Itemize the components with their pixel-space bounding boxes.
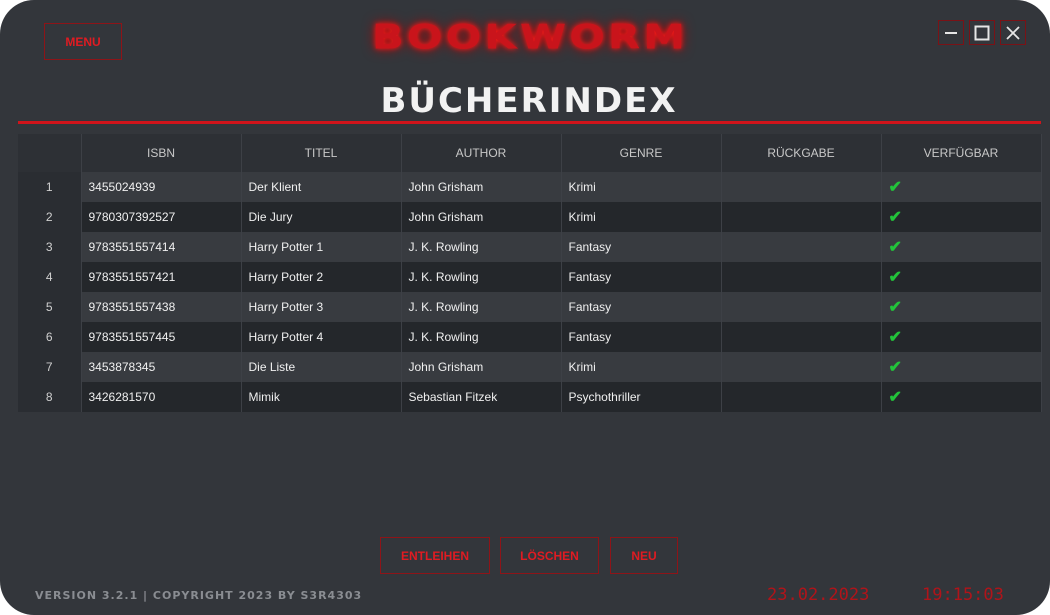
table-row[interactable]: 7 3453878345 Die Liste John Grisham Krim… [18, 352, 1042, 382]
column-header-genre[interactable]: GENRE [561, 134, 722, 172]
table-row[interactable]: 8 3426281570 Mimik Sebastian Fitzek Psyc… [18, 382, 1042, 412]
cell-available[interactable]: ✔ [881, 292, 1042, 322]
checkmark-icon: ✔ [888, 269, 902, 286]
cell-author[interactable]: J. K. Rowling [401, 292, 562, 322]
cell-return[interactable] [721, 172, 882, 202]
cell-available[interactable]: ✔ [881, 202, 1042, 232]
checkmark-icon: ✔ [888, 389, 902, 406]
cell-return[interactable] [721, 202, 882, 232]
close-button[interactable] [1000, 20, 1026, 45]
checkmark-icon: ✔ [888, 329, 902, 346]
row-number: 6 [18, 322, 82, 352]
cell-return[interactable] [721, 352, 882, 382]
cell-title[interactable]: Die Jury [241, 202, 402, 232]
table-row[interactable]: 2 9780307392527 Die Jury John Grisham Kr… [18, 202, 1042, 232]
cell-return[interactable] [721, 292, 882, 322]
cell-isbn[interactable]: 3453878345 [81, 352, 242, 382]
minimize-button[interactable] [938, 20, 964, 45]
row-number: 3 [18, 232, 82, 262]
row-number: 4 [18, 262, 82, 292]
row-number: 1 [18, 172, 82, 202]
cell-author[interactable]: J. K. Rowling [401, 232, 562, 262]
column-header-rownum [18, 134, 82, 172]
cell-isbn[interactable]: 9783551557414 [81, 232, 242, 262]
cell-isbn[interactable]: 9783551557438 [81, 292, 242, 322]
page-title: BÜCHERINDEX [380, 81, 678, 121]
brand-logo: BOOKWORM [371, 17, 689, 57]
title-divider [18, 121, 1041, 124]
checkmark-icon: ✔ [888, 179, 902, 196]
date-display: 23.02.2023 [767, 585, 870, 605]
table-row[interactable]: 4 9783551557421 Harry Potter 2 J. K. Row… [18, 262, 1042, 292]
cell-return[interactable] [721, 322, 882, 352]
cell-return[interactable] [721, 262, 882, 292]
version-label: VERSION 3.2.1 | COPYRIGHT 2023 BY S3R430… [35, 589, 363, 602]
table-header-row: ISBN TITEL AUTHOR GENRE RÜCKGABE VERFÜGB… [18, 134, 1042, 172]
cell-available[interactable]: ✔ [881, 322, 1042, 352]
cell-available[interactable]: ✔ [881, 172, 1042, 202]
cell-isbn[interactable]: 3455024939 [81, 172, 242, 202]
lend-button[interactable]: ENTLEIHEN [380, 537, 490, 574]
cell-title[interactable]: Harry Potter 4 [241, 322, 402, 352]
new-button[interactable]: NEU [610, 537, 678, 574]
cell-available[interactable]: ✔ [881, 262, 1042, 292]
cell-author[interactable]: John Grisham [401, 202, 562, 232]
column-header-available[interactable]: VERFÜGBAR [881, 134, 1042, 172]
cell-genre[interactable]: Fantasy [561, 292, 722, 322]
cell-available[interactable]: ✔ [881, 232, 1042, 262]
cell-isbn[interactable]: 9780307392527 [81, 202, 242, 232]
checkmark-icon: ✔ [888, 239, 902, 256]
app-window: MENU BOOKWORM BÜCHERINDEX ISBN TITEL AUT… [0, 0, 1050, 615]
table-row[interactable]: 1 3455024939 Der Klient John Grisham Kri… [18, 172, 1042, 202]
cell-author[interactable]: John Grisham [401, 352, 562, 382]
minimize-icon [945, 31, 957, 34]
cell-genre[interactable]: Krimi [561, 202, 722, 232]
cell-genre[interactable]: Psychothriller [561, 382, 722, 412]
cell-title[interactable]: Harry Potter 2 [241, 262, 402, 292]
column-header-author[interactable]: AUTHOR [401, 134, 562, 172]
table-row[interactable]: 6 9783551557445 Harry Potter 4 J. K. Row… [18, 322, 1042, 352]
cell-author[interactable]: John Grisham [401, 172, 562, 202]
books-table: ISBN TITEL AUTHOR GENRE RÜCKGABE VERFÜGB… [18, 134, 1042, 412]
cell-author[interactable]: J. K. Rowling [401, 262, 562, 292]
table-row[interactable]: 5 9783551557438 Harry Potter 3 J. K. Row… [18, 292, 1042, 322]
maximize-button[interactable] [969, 20, 995, 45]
row-number: 8 [18, 382, 82, 412]
table-row[interactable]: 3 9783551557414 Harry Potter 1 J. K. Row… [18, 232, 1042, 262]
cell-available[interactable]: ✔ [881, 382, 1042, 412]
cell-isbn[interactable]: 9783551557445 [81, 322, 242, 352]
row-number: 5 [18, 292, 82, 322]
checkmark-icon: ✔ [888, 209, 902, 226]
row-number: 2 [18, 202, 82, 232]
cell-return[interactable] [721, 382, 882, 412]
cell-genre[interactable]: Fantasy [561, 262, 722, 292]
column-header-return[interactable]: RÜCKGABE [721, 134, 882, 172]
column-header-isbn[interactable]: ISBN [81, 134, 242, 172]
cell-isbn[interactable]: 9783551557421 [81, 262, 242, 292]
cell-title[interactable]: Harry Potter 3 [241, 292, 402, 322]
cell-genre[interactable]: Fantasy [561, 322, 722, 352]
cell-genre[interactable]: Krimi [561, 172, 722, 202]
maximize-icon [974, 25, 990, 40]
cell-genre[interactable]: Fantasy [561, 232, 722, 262]
cell-return[interactable] [721, 232, 882, 262]
column-header-title[interactable]: TITEL [241, 134, 402, 172]
cell-title[interactable]: Mimik [241, 382, 402, 412]
cell-title[interactable]: Die Liste [241, 352, 402, 382]
cell-genre[interactable]: Krimi [561, 352, 722, 382]
close-icon [1006, 25, 1020, 40]
row-number: 7 [18, 352, 82, 382]
checkmark-icon: ✔ [888, 359, 902, 376]
menu-button[interactable]: MENU [44, 23, 122, 60]
cell-isbn[interactable]: 3426281570 [81, 382, 242, 412]
cell-author[interactable]: J. K. Rowling [401, 322, 562, 352]
cell-available[interactable]: ✔ [881, 352, 1042, 382]
cell-title[interactable]: Harry Potter 1 [241, 232, 402, 262]
cell-title[interactable]: Der Klient [241, 172, 402, 202]
delete-button[interactable]: LÖSCHEN [500, 537, 599, 574]
cell-author[interactable]: Sebastian Fitzek [401, 382, 562, 412]
time-display: 19:15:03 [922, 585, 1004, 605]
checkmark-icon: ✔ [888, 299, 902, 316]
